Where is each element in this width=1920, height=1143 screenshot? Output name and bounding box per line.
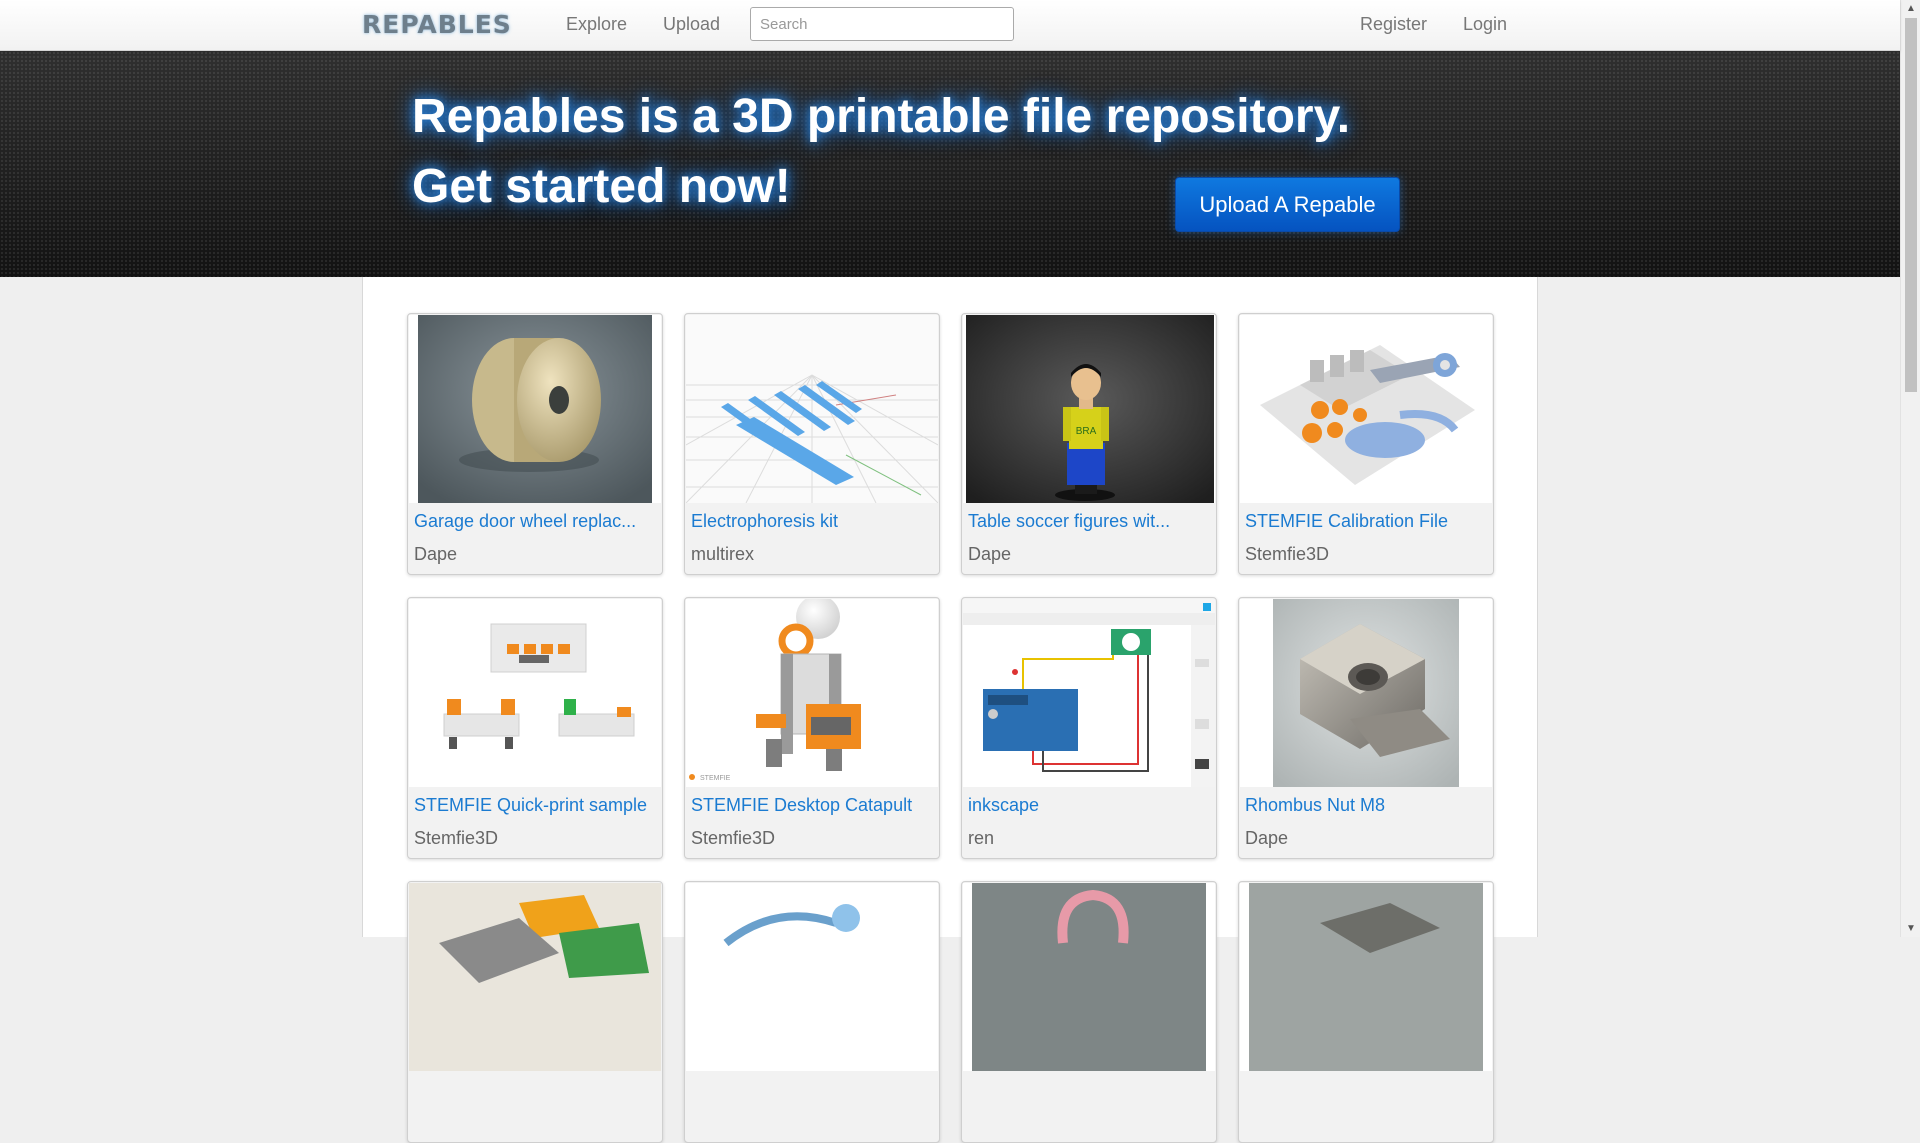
card-author[interactable]: Stemfie3D	[1245, 544, 1329, 565]
thumbnail-image[interactable]	[686, 315, 938, 503]
top-navbar: REPABLES Explore Upload Register Login	[0, 0, 1900, 51]
nav-login[interactable]: Login	[1463, 14, 1507, 35]
jersey-label: BRA	[1076, 426, 1097, 437]
card-title-link[interactable]: STEMFIE Desktop Catapult	[691, 795, 912, 816]
thumbnail-image[interactable]	[1240, 883, 1492, 1071]
card-title-link[interactable]: STEMFIE Quick-print sample	[414, 795, 647, 816]
thumbnail-image[interactable]	[963, 599, 1215, 787]
card-title-link[interactable]: Garage door wheel replac...	[414, 511, 636, 532]
nav-upload[interactable]: Upload	[663, 14, 720, 35]
card-author[interactable]: Stemfie3D	[414, 828, 498, 849]
card-author[interactable]: Dape	[1245, 828, 1288, 849]
repable-card[interactable]	[684, 881, 940, 1143]
scroll-up-arrow-icon[interactable]: ▲	[1901, 0, 1920, 17]
search-input[interactable]	[750, 7, 1014, 41]
thumbnail-image[interactable]: BRA	[963, 315, 1215, 503]
thumbnail-image[interactable]	[1240, 315, 1492, 503]
repable-card[interactable]	[1238, 881, 1494, 1143]
thumbnail-image[interactable]	[409, 599, 661, 787]
nav-explore[interactable]: Explore	[566, 14, 627, 35]
repable-card[interactable]	[961, 881, 1217, 1143]
repable-card[interactable]: Garage door wheel replac... Dape	[407, 313, 663, 575]
card-author[interactable]: Dape	[414, 544, 457, 565]
content-panel: Garage door wheel replac... Dape Electro…	[362, 277, 1538, 1143]
stemfie-watermark: STEMFIE	[700, 775, 731, 782]
site-logo[interactable]: REPABLES	[362, 10, 512, 39]
thumbnail-image[interactable]	[686, 883, 938, 1071]
repable-card[interactable]	[407, 881, 663, 1143]
card-title-link[interactable]: STEMFIE Calibration File	[1245, 511, 1448, 532]
repable-card[interactable]: inkscape ren	[961, 597, 1217, 859]
hero-subheadline: Get started now!	[412, 160, 791, 213]
repable-card[interactable]: Rhombus Nut M8 Dape	[1238, 597, 1494, 859]
thumbnail-image[interactable]	[409, 883, 661, 1071]
card-title-link[interactable]: Electrophoresis kit	[691, 511, 838, 532]
scroll-down-arrow-icon[interactable]: ▼	[1901, 920, 1920, 937]
thumbnail-image[interactable]	[409, 315, 661, 503]
card-author[interactable]: multirex	[691, 544, 754, 565]
repable-card[interactable]: STEMFIE Calibration File Stemfie3D	[1238, 313, 1494, 575]
card-title-link[interactable]: Rhombus Nut M8	[1245, 795, 1385, 816]
repable-card[interactable]: BRA Table soccer figures wit... Dape	[961, 313, 1217, 575]
repable-card[interactable]: STEMFIE Quick-print sample Stemfie3D	[407, 597, 663, 859]
thumbnail-image[interactable]	[1240, 599, 1492, 787]
nav-register[interactable]: Register	[1360, 14, 1427, 35]
card-title-link[interactable]: Table soccer figures wit...	[968, 511, 1170, 532]
card-title-link[interactable]: inkscape	[968, 795, 1039, 816]
card-author[interactable]: ren	[968, 828, 994, 849]
hero-banner: Repables is a 3D printable file reposito…	[0, 51, 1900, 277]
card-author[interactable]: Stemfie3D	[691, 828, 775, 849]
hero-headline: Repables is a 3D printable file reposito…	[412, 90, 1351, 143]
card-author[interactable]: Dape	[968, 544, 1011, 565]
page-scrollbar[interactable]: ▲ ▼	[1900, 0, 1920, 937]
thumbnail-image[interactable]	[963, 883, 1215, 1071]
repable-card[interactable]: STEMFIE STEMFIE Desktop Catapult Stemfie…	[684, 597, 940, 859]
thumbnail-image[interactable]: STEMFIE	[686, 599, 938, 787]
upload-repable-button[interactable]: Upload A Repable	[1175, 177, 1400, 232]
repable-card[interactable]: Electrophoresis kit multirex	[684, 313, 940, 575]
scrollbar-thumb[interactable]	[1905, 18, 1917, 392]
